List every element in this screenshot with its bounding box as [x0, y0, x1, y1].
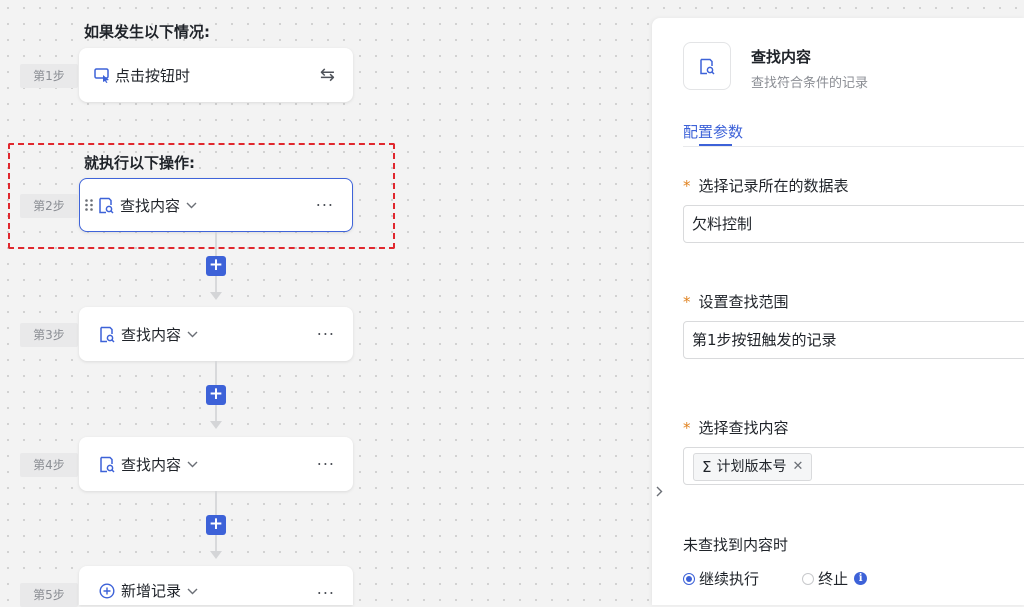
chevron-down-icon[interactable]: [187, 331, 198, 338]
tab-divider: [683, 146, 1024, 147]
connector-line: [215, 405, 217, 421]
radio-terminate[interactable]: 终止 i: [802, 568, 868, 589]
connector-line: [215, 276, 217, 292]
action-card-2[interactable]: 查找内容 ···: [79, 178, 353, 232]
action-card-3[interactable]: 查找内容 ···: [79, 307, 353, 361]
radio-unchecked-icon: [802, 572, 815, 585]
step-5-tag: 第5步: [20, 583, 78, 607]
chevron-down-icon[interactable]: [186, 202, 197, 209]
arrow-down-icon: [210, 292, 222, 300]
action-label-2: 查找内容: [120, 196, 181, 215]
action-label-4: 查找内容: [121, 455, 182, 474]
not-found-label: 未查找到内容时: [683, 536, 789, 554]
action-label-5: 新增记录: [121, 582, 182, 600]
collapse-panel-button[interactable]: [652, 455, 666, 527]
find-record-icon: [683, 42, 731, 90]
tab-config-params[interactable]: 配置参数: [683, 121, 743, 142]
table-field-label: * 选择记录所在的数据表: [683, 175, 849, 196]
chevron-down-icon[interactable]: [187, 461, 198, 468]
trigger-heading: 如果发生以下情况:: [84, 23, 210, 41]
content-select[interactable]: Σ 计划版本号 ✕: [683, 447, 1024, 485]
config-panel: 查找内容 查找符合条件的记录 配置参数 * 选择记录所在的数据表 欠料控制 * 设置…: [652, 18, 1024, 605]
scope-select[interactable]: 第1步按钮触发的记录: [683, 321, 1024, 359]
step-3-tag: 第3步: [20, 323, 78, 347]
step-1-tag: 第1步: [20, 64, 78, 88]
add-circle-icon: [99, 583, 115, 599]
table-select[interactable]: 欠料控制: [683, 205, 1024, 243]
arrow-down-icon: [210, 551, 222, 559]
click-cursor-icon: [94, 67, 111, 83]
content-tag: Σ 计划版本号 ✕: [693, 453, 813, 481]
trigger-card[interactable]: 点击按钮时 ⇆: [79, 48, 353, 102]
more-options-icon[interactable]: ···: [317, 455, 335, 474]
chevron-down-icon[interactable]: [187, 588, 198, 595]
content-tag-label: 计划版本号: [716, 459, 787, 475]
connector-line: [215, 232, 217, 256]
content-field-label: * 选择查找内容: [683, 417, 789, 438]
connector-line: [215, 361, 217, 385]
find-record-icon: [99, 326, 115, 343]
close-icon[interactable]: ✕: [792, 454, 803, 480]
add-step-button[interactable]: +: [206, 256, 226, 276]
chevron-right-icon: [656, 486, 663, 497]
more-options-icon[interactable]: ···: [317, 584, 335, 603]
required-mark: *: [683, 177, 691, 195]
arrow-down-icon: [210, 421, 222, 429]
panel-subtitle: 查找符合条件的记录: [751, 76, 869, 91]
more-options-icon[interactable]: ···: [317, 325, 335, 344]
content-label-text: 选择查找内容: [698, 419, 789, 437]
required-mark: *: [683, 293, 691, 311]
action-heading: 就执行以下操作:: [84, 154, 195, 172]
scope-field-label: * 设置查找范围: [683, 291, 789, 312]
action-label-3: 查找内容: [121, 325, 182, 344]
scope-label-text: 设置查找范围: [698, 293, 789, 311]
panel-title: 查找内容: [751, 48, 812, 66]
table-label-text: 选择记录所在的数据表: [698, 177, 849, 195]
trigger-label: 点击按钮时: [115, 66, 191, 85]
sigma-icon: Σ: [702, 458, 712, 476]
not-found-radio-group: 继续执行 终止 i: [683, 568, 868, 589]
action-card-5[interactable]: 新增记录 ···: [79, 566, 353, 605]
find-record-icon: [98, 197, 114, 214]
radio-continue-label: 继续执行: [699, 570, 760, 588]
add-step-button[interactable]: +: [206, 385, 226, 405]
step-4-tag: 第4步: [20, 453, 78, 477]
find-record-icon: [99, 456, 115, 473]
info-icon[interactable]: i: [854, 572, 868, 585]
connector-line: [215, 535, 217, 551]
step-2-tag: 第2步: [20, 194, 78, 218]
connector-line: [215, 491, 217, 515]
radio-checked-icon: [683, 572, 695, 585]
required-mark: *: [683, 419, 691, 437]
radio-continue[interactable]: 继续执行: [683, 568, 759, 589]
add-step-button[interactable]: +: [206, 515, 226, 535]
more-options-icon[interactable]: ···: [316, 196, 334, 215]
drag-handle-icon[interactable]: [84, 198, 94, 212]
radio-terminate-label: 终止: [818, 570, 849, 588]
swap-icon[interactable]: ⇆: [320, 65, 335, 86]
action-card-4[interactable]: 查找内容 ···: [79, 437, 353, 491]
